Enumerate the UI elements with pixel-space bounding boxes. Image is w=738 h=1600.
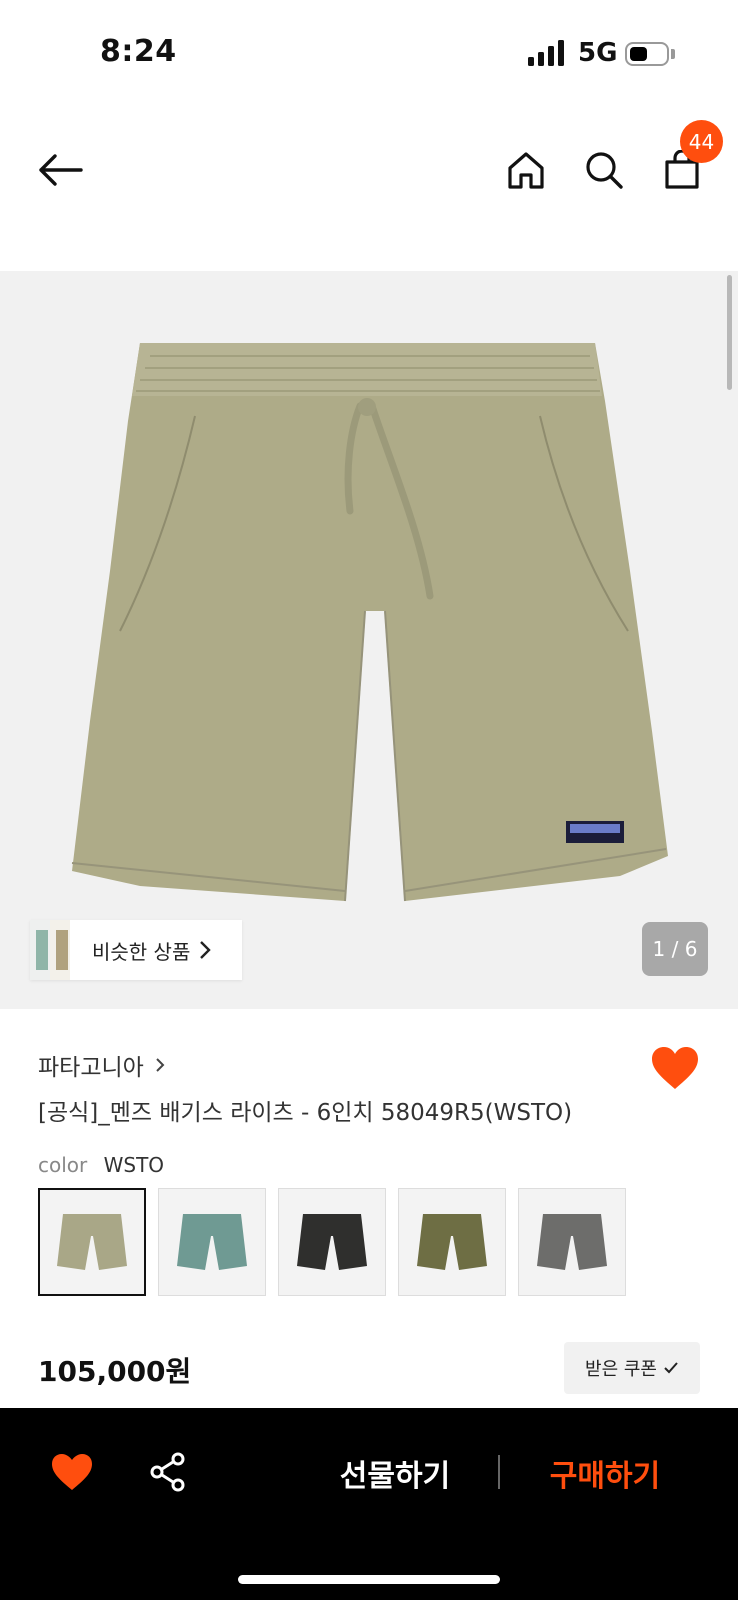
brand-name: 파타고니아 (38, 1055, 144, 1081)
check-icon (664, 1362, 678, 1374)
arrow-left-icon (39, 154, 83, 186)
color-row: color WSTO (38, 1153, 164, 1177)
color-swatch-3[interactable] (278, 1188, 386, 1296)
color-swatch-1[interactable] (38, 1188, 146, 1296)
similar-thumbnails (30, 920, 88, 980)
search-button[interactable] (574, 130, 634, 210)
cart-count-badge: 44 (680, 120, 723, 163)
swatch-shorts-image (537, 1214, 607, 1270)
color-value: WSTO (103, 1153, 165, 1177)
share-icon[interactable] (148, 1452, 188, 1492)
product-price: 105,000원 (38, 1355, 192, 1388)
status-bar: 8:24 5G (0, 0, 738, 108)
image-scrollbar[interactable] (727, 275, 732, 390)
swatch-shorts-image (57, 1214, 127, 1270)
home-icon (508, 152, 544, 189)
home-indicator (238, 1575, 500, 1584)
similar-products-label: 비슷한 상품 (92, 939, 191, 964)
search-icon (586, 152, 623, 189)
swatch-shorts-image (417, 1214, 487, 1270)
bottom-action-bar (0, 1408, 738, 1600)
chevron-right-icon (200, 941, 212, 959)
network-type: 5G (578, 38, 618, 68)
top-nav (0, 130, 738, 210)
gift-button[interactable]: 선물하기 (320, 1446, 470, 1500)
divider (498, 1455, 500, 1489)
color-swatch-4[interactable] (398, 1188, 506, 1296)
color-swatches (38, 1188, 626, 1296)
battery-icon (625, 42, 669, 66)
coupon-label: 받은 쿠폰 (585, 1359, 657, 1380)
chevron-right-icon (156, 1058, 165, 1072)
back-button[interactable] (30, 130, 90, 210)
image-page-counter: 1 / 6 (642, 922, 708, 976)
swatch-shorts-image (297, 1214, 367, 1270)
product-image (71, 343, 668, 902)
home-button[interactable] (496, 130, 556, 210)
signal-icon (528, 40, 564, 66)
swatch-shorts-image (177, 1214, 247, 1270)
brand-link[interactable]: 파타고니아 (38, 1048, 166, 1082)
heart-icon[interactable] (50, 1452, 94, 1492)
product-image-gallery[interactable] (0, 271, 738, 1009)
received-coupon-button[interactable]: 받은 쿠폰 (564, 1342, 700, 1394)
color-swatch-2[interactable] (158, 1188, 266, 1296)
similar-products-button[interactable]: 비슷한 상품 (30, 920, 242, 980)
product-title: [공식]_멘즈 배기스 라이츠 - 6인치 58049R5(WSTO) (38, 1100, 573, 1126)
color-label: color (38, 1153, 88, 1177)
buy-button[interactable]: 구매하기 (530, 1446, 680, 1500)
color-swatch-5[interactable] (518, 1188, 626, 1296)
status-time: 8:24 (100, 34, 177, 69)
wishlist-heart-icon[interactable] (650, 1045, 700, 1091)
